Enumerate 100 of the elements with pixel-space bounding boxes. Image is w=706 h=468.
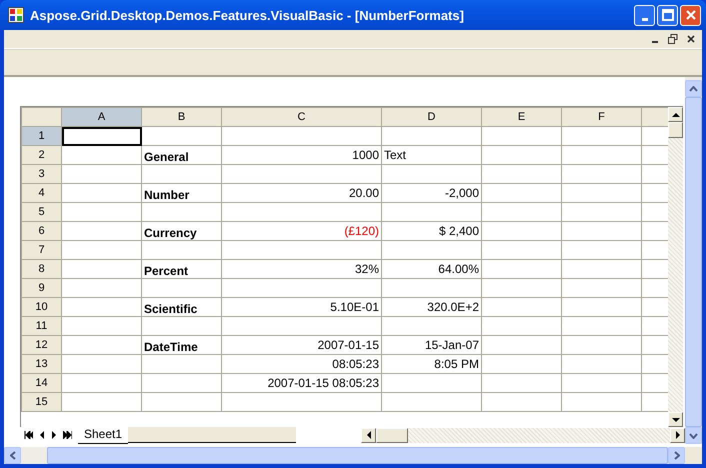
table-cell[interactable]: -2,000	[382, 184, 482, 202]
table-cell[interactable]	[562, 336, 642, 354]
row-header[interactable]: 13	[22, 354, 62, 374]
table-cell[interactable]	[222, 278, 382, 298]
table-cell[interactable]: 2007-01-15	[222, 336, 382, 354]
previous-sheet-icon[interactable]	[39, 431, 45, 439]
table-cell[interactable]: (£120)	[222, 222, 382, 240]
table-cell[interactable]	[562, 374, 642, 392]
table-cell[interactable]	[482, 278, 562, 298]
table-cell[interactable]	[562, 146, 642, 164]
table-cell[interactable]	[482, 392, 562, 412]
table-cell[interactable]: 64.00%	[382, 260, 482, 278]
left-arrow-icon[interactable]	[366, 431, 372, 439]
table-cell[interactable]	[562, 222, 642, 240]
table-cell[interactable]	[482, 298, 562, 316]
table-cell[interactable]	[222, 164, 382, 184]
row-header[interactable]: 4	[22, 184, 62, 202]
table-cell[interactable]	[142, 374, 222, 392]
up-arrow-icon[interactable]	[672, 112, 680, 118]
table-cell[interactable]	[142, 164, 222, 184]
table-cell[interactable]	[562, 240, 642, 260]
column-header[interactable]: F	[562, 108, 642, 126]
table-cell[interactable]	[62, 164, 142, 184]
table-cell[interactable]	[482, 164, 562, 184]
row-header[interactable]: 3	[22, 164, 62, 184]
table-cell[interactable]	[62, 316, 142, 336]
table-cell[interactable]	[482, 374, 562, 392]
table-cell[interactable]	[62, 392, 142, 412]
table-cell[interactable]	[62, 354, 142, 374]
table-cell[interactable]	[482, 260, 562, 278]
table-cell[interactable]	[62, 278, 142, 298]
table-cell[interactable]	[142, 240, 222, 260]
row-header[interactable]: 11	[22, 316, 62, 336]
table-cell[interactable]	[482, 146, 562, 164]
table-cell[interactable]	[382, 202, 482, 222]
table-cell[interactable]	[382, 278, 482, 298]
table-cell[interactable]	[62, 146, 142, 164]
row-header[interactable]: 2	[22, 146, 62, 164]
table-cell[interactable]	[482, 336, 562, 354]
table-cell[interactable]	[62, 298, 142, 316]
table-cell[interactable]: 32%	[222, 260, 382, 278]
table-cell[interactable]	[382, 392, 482, 412]
table-cell[interactable]: 5.10E-01	[222, 298, 382, 316]
table-cell[interactable]: Text	[382, 146, 482, 164]
table-cell[interactable]	[142, 392, 222, 412]
table-cell[interactable]	[62, 184, 142, 202]
table-cell[interactable]	[222, 202, 382, 222]
table-cell[interactable]	[382, 374, 482, 392]
table-cell[interactable]	[62, 374, 142, 392]
table-cell[interactable]	[62, 336, 142, 354]
table-cell[interactable]: DateTime	[142, 336, 222, 354]
table-cell[interactable]: Number	[142, 184, 222, 202]
row-header[interactable]: 15	[22, 392, 62, 412]
table-cell[interactable]: 1000	[222, 146, 382, 164]
table-cell[interactable]	[382, 240, 482, 260]
row-header[interactable]: 7	[22, 240, 62, 260]
table-cell[interactable]	[142, 202, 222, 222]
table-cell[interactable]	[562, 278, 642, 298]
table-cell[interactable]	[562, 392, 642, 412]
table-cell[interactable]	[62, 202, 142, 222]
table-cell[interactable]	[562, 164, 642, 184]
table-cell[interactable]	[482, 126, 562, 146]
table-cell[interactable]: 8:05 PM	[382, 354, 482, 374]
row-header[interactable]: 5	[22, 202, 62, 222]
down-arrow-icon[interactable]	[672, 416, 680, 422]
row-header[interactable]: 12	[22, 336, 62, 354]
table-cell[interactable]	[562, 316, 642, 336]
first-sheet-icon[interactable]	[24, 431, 34, 439]
horizontal-scrollbar[interactable]	[361, 428, 685, 442]
column-header[interactable]: C	[222, 108, 382, 126]
table-cell[interactable]	[142, 354, 222, 374]
table-cell[interactable]	[382, 126, 482, 146]
table-cell[interactable]: 08:05:23	[222, 354, 382, 374]
row-header[interactable]: 6	[22, 222, 62, 240]
column-header[interactable]: E	[482, 108, 562, 126]
table-cell[interactable]: Scientific	[142, 298, 222, 316]
close-button[interactable]	[680, 4, 701, 26]
table-cell[interactable]	[62, 126, 142, 146]
table-cell[interactable]	[382, 316, 482, 336]
table-cell[interactable]: Percent	[142, 260, 222, 278]
table-cell[interactable]: 2007-01-15 08:05:23	[222, 374, 382, 392]
table-cell[interactable]: General	[142, 146, 222, 164]
minimize-button[interactable]	[634, 4, 655, 26]
table-cell[interactable]	[382, 164, 482, 184]
table-cell[interactable]	[482, 202, 562, 222]
column-header[interactable]: B	[142, 108, 222, 126]
last-sheet-icon[interactable]	[62, 431, 72, 439]
row-header[interactable]: 14	[22, 374, 62, 392]
table-cell[interactable]	[482, 354, 562, 374]
table-cell[interactable]	[482, 316, 562, 336]
table-cell[interactable]	[222, 126, 382, 146]
table-cell[interactable]	[62, 240, 142, 260]
table-cell[interactable]	[142, 126, 222, 146]
table-cell[interactable]	[482, 240, 562, 260]
table-cell[interactable]: 20.00	[222, 184, 382, 202]
row-header[interactable]: 9	[22, 278, 62, 298]
table-cell[interactable]	[222, 392, 382, 412]
table-cell[interactable]	[482, 184, 562, 202]
row-header[interactable]: 10	[22, 298, 62, 316]
table-cell[interactable]: 15-Jan-07	[382, 336, 482, 354]
